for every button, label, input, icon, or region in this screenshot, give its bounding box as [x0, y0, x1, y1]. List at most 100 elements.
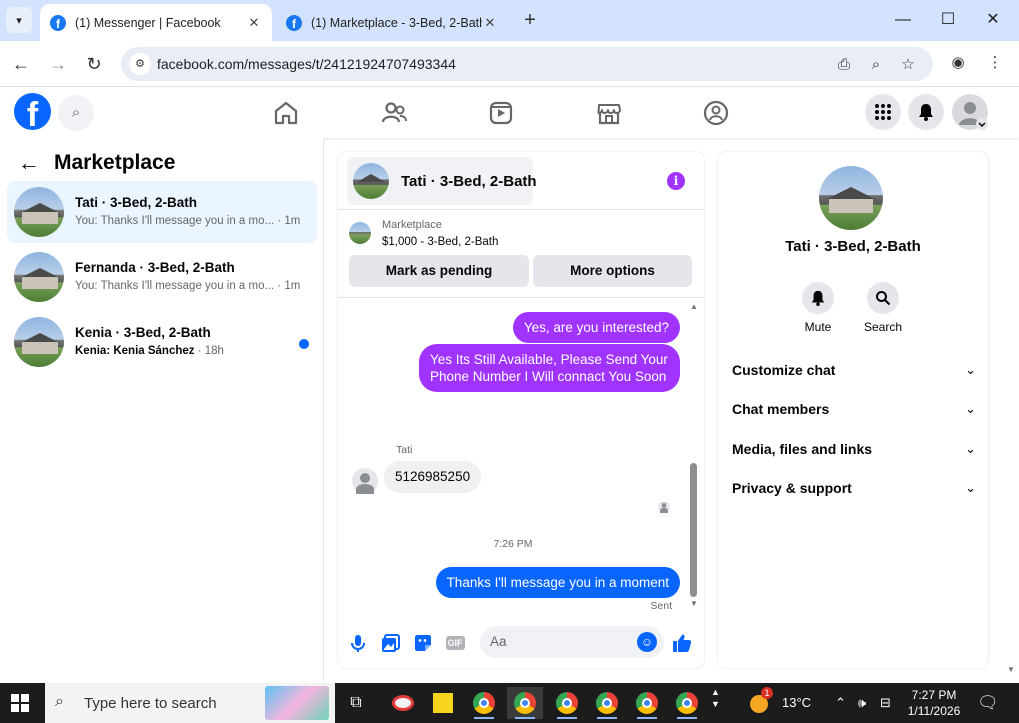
tab-close-icon[interactable]: ✕ — [246, 15, 262, 31]
browser-menu-icon[interactable]: ⋮ — [985, 53, 1005, 73]
show-hidden-icons-icon[interactable]: ⌃ — [835, 683, 846, 723]
minimize-button[interactable]: — — [888, 8, 918, 32]
address-bar[interactable]: ⚙ facebook.com/messages/t/24121924707493… — [121, 47, 933, 81]
media-files-links-section[interactable]: Media, files and links ⌄ — [732, 441, 976, 461]
message-bubble-outgoing[interactable]: Yes, are you interested? — [512, 312, 680, 343]
back-arrow-icon[interactable]: ← — [18, 150, 40, 176]
sender-label: Tati — [396, 444, 413, 456]
message-timestamp: 7:26 PM — [493, 538, 533, 550]
conversation-title-button[interactable]: Tati · 3-Bed, 2-Bath — [347, 157, 537, 205]
groups-icon[interactable] — [700, 97, 732, 129]
close-window-button[interactable]: ✕ — [978, 8, 1008, 32]
paint-app-icon[interactable] — [385, 687, 421, 719]
chrome-app-icon[interactable] — [549, 687, 585, 719]
network-icon[interactable]: ⊟ — [880, 683, 891, 723]
chat-name: Kenia · 3-Bed, 2-Bath — [75, 325, 211, 340]
search-icon: ⌕ — [55, 693, 64, 710]
sticky-notes-icon[interactable] — [425, 687, 461, 719]
message-bubble-incoming[interactable]: 5126985250 — [384, 461, 482, 493]
listing-thumbnail[interactable] — [349, 222, 371, 244]
mark-as-pending-button[interactable]: Mark as pending — [349, 255, 529, 287]
emoji-icon[interactable]: ☺ — [637, 632, 657, 652]
url-text: facebook.com/messages/t/2412192470749334… — [157, 56, 456, 72]
clock-time: 7:27 PM — [911, 688, 957, 702]
search-in-conversation-button[interactable]: Search — [853, 282, 913, 334]
sent-status: Sent — [650, 600, 672, 612]
snippet-text: Kenia: Kenia Sánchez — [75, 345, 195, 357]
message-input[interactable]: Aa ☺ — [480, 626, 664, 658]
message-scrollbar[interactable] — [690, 463, 697, 597]
sticker-icon[interactable] — [412, 632, 434, 654]
video-icon[interactable] — [485, 97, 517, 129]
chrome-app-icon[interactable] — [466, 687, 502, 719]
like-thumb-icon[interactable] — [671, 632, 693, 654]
snippet-text: You: Thanks I'll message you in a mo... — [75, 280, 275, 292]
listing-price[interactable]: $1,000 - 3-Bed, 2-Bath — [382, 236, 498, 248]
marketplace-label: Marketplace — [382, 219, 442, 231]
chat-row-kenia[interactable]: Kenia · 3-Bed, 2-Bath Kenia: Kenia Sánch… — [7, 311, 317, 373]
install-app-icon[interactable]: ⎙ — [834, 55, 854, 75]
message-bubble-outgoing[interactable]: Thanks I'll message you in a moment — [435, 567, 680, 598]
profile-icon[interactable]: ◉ — [948, 53, 968, 73]
windows-start-icon[interactable] — [11, 694, 29, 712]
chrome-app-icon-active[interactable] — [507, 687, 543, 719]
taskbar-search-box[interactable]: ⌕ Type here to search — [45, 683, 335, 723]
account-avatar[interactable] — [952, 94, 988, 130]
reload-button[interactable]: ↻ — [81, 51, 107, 77]
tab-messenger[interactable]: f (1) Messenger | Facebook ✕ — [40, 4, 272, 41]
tab-close-icon[interactable]: ✕ — [482, 15, 498, 31]
chat-row-fernanda[interactable]: Fernanda · 3-Bed, 2-Bath You: Thanks I'l… — [7, 246, 317, 308]
chat-row-tati[interactable]: Tati · 3-Bed, 2-Bath You: Thanks I'll me… — [7, 181, 317, 243]
unread-dot-icon — [299, 339, 309, 349]
chat-members-section[interactable]: Chat members ⌄ — [732, 401, 976, 421]
new-tab-button[interactable]: + — [518, 9, 542, 33]
chevron-down-icon: ⌄ — [965, 441, 976, 456]
menu-grid-icon[interactable] — [865, 94, 901, 130]
tab-search-button[interactable]: ▾ — [6, 7, 32, 33]
tab-marketplace[interactable]: f (1) Marketplace - 3-Bed, 2-Bath ✕ — [276, 4, 508, 41]
search-icon[interactable]: ⌕ — [58, 95, 94, 131]
bookmark-star-icon[interactable]: ☆ — [898, 55, 918, 75]
message-bubble-outgoing[interactable]: Yes Its Still Available, Please Send You… — [419, 344, 680, 392]
home-icon[interactable] — [270, 97, 302, 129]
chat-snippet: You: Thanks I'll message you in a mo... … — [75, 280, 300, 292]
search-label: Search — [863, 320, 903, 334]
back-button[interactable]: ← — [8, 51, 34, 77]
weather-temp[interactable]: 13°C — [782, 683, 811, 723]
info-icon[interactable]: i — [667, 172, 685, 190]
customize-chat-section[interactable]: Customize chat ⌄ — [732, 362, 976, 382]
read-receipt-avatar — [658, 501, 670, 513]
mute-button[interactable]: Mute — [788, 282, 848, 334]
chevron-down-icon: ⌄ — [965, 362, 976, 377]
more-options-button[interactable]: More options — [533, 255, 692, 287]
chrome-app-icon[interactable] — [589, 687, 625, 719]
page-scroll-down-arrow-icon[interactable]: ▼ — [1007, 665, 1015, 674]
notifications-center-icon[interactable]: 🗨 — [977, 683, 999, 723]
taskbar-overflow-arrows-icon[interactable]: ▲ ▼ — [711, 686, 720, 723]
marketplace-icon[interactable] — [593, 97, 625, 129]
sender-avatar[interactable] — [352, 468, 378, 494]
taskbar-clock[interactable]: 7:27 PM 1/11/2026 — [903, 687, 965, 719]
task-view-icon[interactable]: ⧉ — [338, 687, 374, 719]
zoom-icon[interactable]: ⌕ — [866, 55, 886, 75]
chrome-app-icon[interactable] — [629, 687, 665, 719]
browser-tabstrip: ▾ f (1) Messenger | Facebook ✕ f (1) Mar… — [0, 0, 1019, 41]
facebook-logo-icon[interactable]: f — [14, 93, 51, 130]
speaker-icon[interactable]: 🕪 — [858, 683, 866, 723]
privacy-support-section[interactable]: Privacy & support ⌄ — [732, 480, 976, 500]
message-thread: Yes, are you interested? Yes Its Still A… — [338, 299, 704, 619]
microphone-icon[interactable] — [347, 632, 369, 654]
forward-button[interactable]: → — [45, 51, 71, 77]
friends-icon[interactable] — [378, 97, 410, 129]
search-highlight-image — [265, 686, 329, 720]
notifications-bell-icon[interactable] — [908, 94, 944, 130]
maximize-button[interactable]: ☐ — [933, 8, 963, 32]
chrome-app-icon[interactable] — [669, 687, 705, 719]
photo-icon[interactable] — [380, 632, 402, 654]
avatar[interactable] — [819, 166, 883, 230]
scroll-down-arrow-icon[interactable]: ▼ — [689, 599, 699, 608]
site-info-icon[interactable]: ⚙ — [129, 53, 151, 75]
gif-icon[interactable]: GIF — [444, 632, 466, 654]
scroll-up-arrow-icon[interactable]: ▲ — [689, 302, 699, 311]
search-icon — [867, 282, 899, 314]
